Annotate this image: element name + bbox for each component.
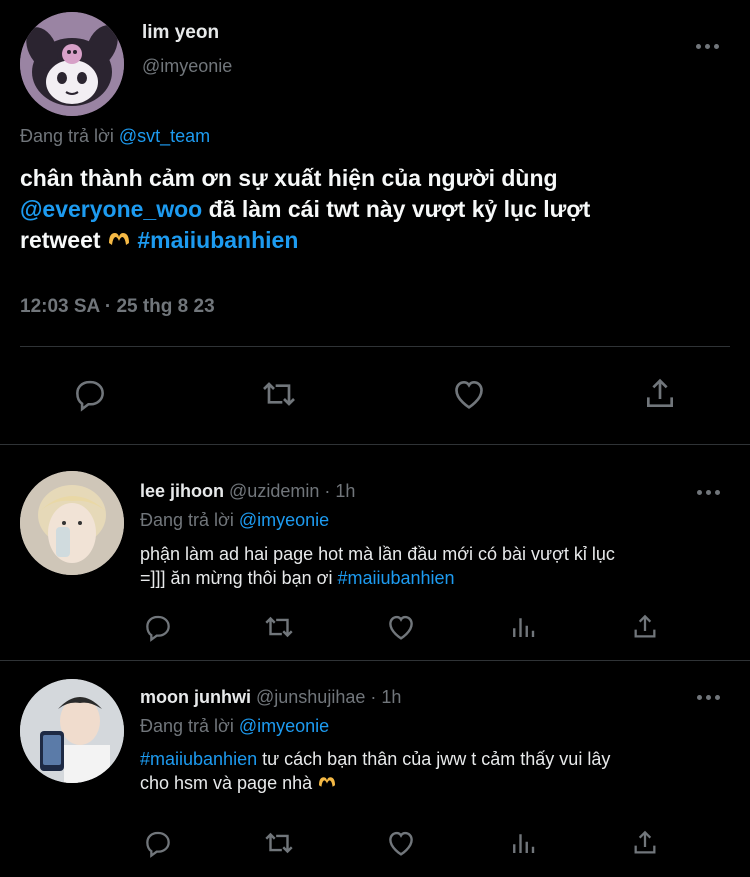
reply-author-name[interactable]: moon junhwi bbox=[140, 687, 251, 707]
like-icon[interactable] bbox=[449, 374, 489, 414]
tweet-text-line3: retweet bbox=[20, 227, 101, 253]
analytics-icon[interactable] bbox=[505, 609, 541, 645]
reply-text-line1: tư cách bạn thân của jww t cảm thấy vui … bbox=[262, 749, 611, 769]
author-avatar[interactable] bbox=[20, 12, 124, 116]
reply-text-line2: =]]] ăn mừng thôi bạn ơi bbox=[140, 568, 333, 588]
reply-header: moon junhwi @junshujihae · 1h bbox=[140, 687, 401, 708]
author-name[interactable]: lim yeon bbox=[142, 22, 219, 44]
share-icon[interactable] bbox=[627, 825, 663, 861]
replying-to: Đang trả lời @svt_team bbox=[20, 126, 210, 147]
reply-tweet[interactable]: moon junhwi @junshujihae · 1h Đang trả l… bbox=[0, 661, 750, 877]
more-options-icon[interactable] bbox=[697, 692, 723, 702]
more-options-icon[interactable] bbox=[696, 41, 722, 51]
reply-text: phận làm ad hai page hot mà lần đầu mới … bbox=[140, 542, 710, 590]
tweet-text-line2: đã làm cái twt này vượt kỷ lục lượt bbox=[208, 196, 591, 222]
reply-icon[interactable] bbox=[140, 825, 176, 861]
retweet-icon[interactable] bbox=[261, 825, 297, 861]
replying-to: Đang trả lời @imyeonie bbox=[140, 716, 329, 737]
heart-hands-emoji bbox=[107, 226, 131, 257]
retweet-icon[interactable] bbox=[259, 374, 299, 414]
reply-icon[interactable] bbox=[70, 374, 110, 414]
replying-to-mention[interactable]: @svt_team bbox=[119, 126, 210, 146]
like-icon[interactable] bbox=[383, 825, 419, 861]
more-options-icon[interactable] bbox=[697, 487, 723, 497]
replying-prefix: Đang trả lời bbox=[20, 126, 114, 146]
tweet-text: chân thành cảm ơn sự xuất hiện của người… bbox=[20, 163, 720, 257]
tweet-timestamp[interactable]: 12:03 SA · 25 thg 8 23 bbox=[20, 296, 215, 318]
reply-author-avatar[interactable] bbox=[20, 679, 124, 783]
main-tweet: lim yeon @imyeonie Đang trả lời @svt_tea… bbox=[0, 0, 750, 444]
reply-time-separator: · bbox=[370, 687, 377, 707]
reply-author-handle[interactable]: @uzidemin bbox=[229, 481, 319, 501]
retweet-icon[interactable] bbox=[261, 609, 297, 645]
divider bbox=[20, 346, 730, 347]
analytics-icon[interactable] bbox=[505, 825, 541, 861]
heart-hands-emoji bbox=[317, 772, 337, 796]
replying-prefix: Đang trả lời bbox=[140, 510, 234, 530]
reply-author-handle[interactable]: @junshujihae bbox=[256, 687, 365, 707]
reply-author-avatar[interactable] bbox=[20, 471, 124, 575]
reply-tweet[interactable]: lee jihoon @uzidemin · 1h Đang trả lời @… bbox=[0, 445, 750, 660]
like-icon[interactable] bbox=[383, 609, 419, 645]
tweet-text-line1: chân thành cảm ơn sự xuất hiện của người… bbox=[20, 165, 558, 191]
reply-hashtag[interactable]: #maiiubanhien bbox=[140, 749, 257, 769]
replying-to: Đang trả lời @imyeonie bbox=[140, 510, 329, 531]
share-icon[interactable] bbox=[627, 609, 663, 645]
replying-prefix: Đang trả lời bbox=[140, 716, 234, 736]
reply-time-separator: · bbox=[324, 481, 331, 501]
share-icon[interactable] bbox=[640, 374, 680, 414]
tweet-hashtag[interactable]: #maiiubanhien bbox=[137, 227, 298, 253]
reply-text-line1: phận làm ad hai page hot mà lần đầu mới … bbox=[140, 544, 615, 564]
reply-author-name[interactable]: lee jihoon bbox=[140, 481, 224, 501]
reply-hashtag[interactable]: #maiiubanhien bbox=[337, 568, 454, 588]
replying-to-mention[interactable]: @imyeonie bbox=[239, 510, 329, 530]
tweet-mention[interactable]: @everyone_woo bbox=[20, 196, 202, 222]
reply-time[interactable]: 1h bbox=[335, 481, 355, 501]
replying-to-mention[interactable]: @imyeonie bbox=[239, 716, 329, 736]
reply-icon[interactable] bbox=[140, 609, 176, 645]
reply-header: lee jihoon @uzidemin · 1h bbox=[140, 481, 355, 502]
author-handle[interactable]: @imyeonie bbox=[142, 56, 232, 77]
reply-text: #maiiubanhien tư cách bạn thân của jww t… bbox=[140, 747, 710, 796]
reply-text-line2: cho hsm và page nhà bbox=[140, 773, 313, 793]
reply-time[interactable]: 1h bbox=[381, 687, 401, 707]
